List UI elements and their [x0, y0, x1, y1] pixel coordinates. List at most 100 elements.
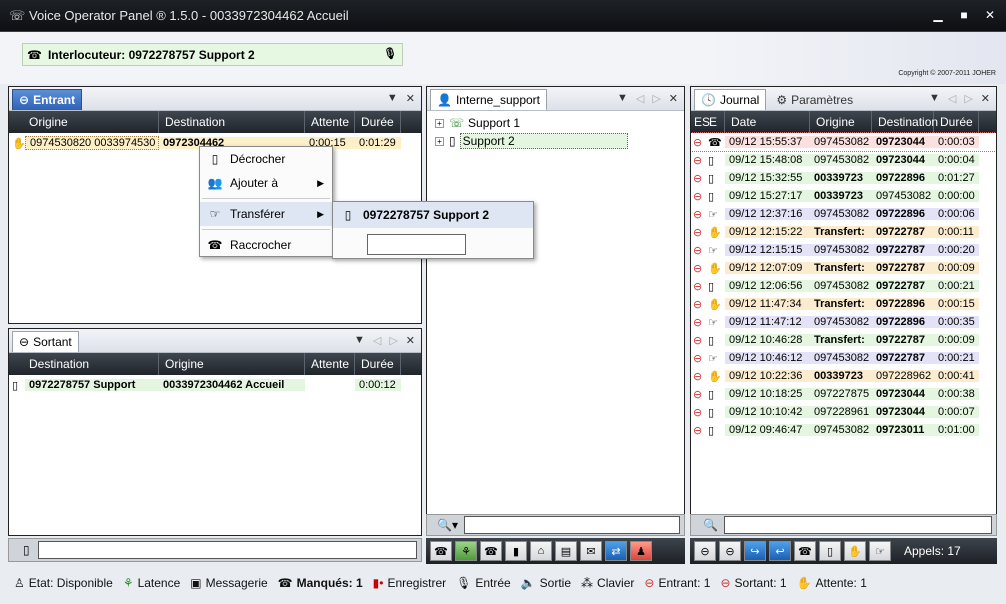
- close-icon[interactable]: ✕: [406, 334, 415, 347]
- journal-row[interactable]: ⊖ ✋ 09/12 12:15:22 Transfert: 09722787 0:00:1…: [691, 223, 996, 241]
- dial-input[interactable]: [37, 541, 417, 559]
- table-row[interactable]: ▯ 0972278757 Support 0033972304462 Accue…: [9, 376, 421, 394]
- tree-item-support-1[interactable]: + ☏ Support 1: [427, 114, 684, 132]
- mail-button[interactable]: ✉: [580, 541, 602, 561]
- column-destination[interactable]: Destination: [159, 111, 305, 133]
- microphone-icon[interactable]: 🎙: [383, 47, 397, 60]
- journal-row[interactable]: ⊖ ▯ 09/12 15:32:55 00339723 09722896 0:01:27: [691, 169, 996, 187]
- journal-row[interactable]: ⊖ ☎ 09/12 15:55:37 097453082 09723044 0:00:03: [691, 132, 996, 152]
- status-entree[interactable]: 🎙 Entrée: [456, 576, 511, 590]
- expand-icon[interactable]: +: [435, 118, 444, 128]
- column-e[interactable]: E: [708, 111, 725, 133]
- journal-row[interactable]: ⊖ ☞ 09/12 11:47:12 097453082 09722896 0:00:35: [691, 313, 996, 331]
- status-attente[interactable]: ✋ Attente: 1: [797, 576, 867, 590]
- dropdown-icon[interactable]: ▼: [929, 92, 940, 105]
- prev-icon[interactable]: ◁: [636, 92, 644, 105]
- status-latence[interactable]: ⚘ Latence: [123, 576, 180, 590]
- redirect-filter-button[interactable]: ↩: [769, 541, 791, 561]
- next-icon[interactable]: ▷: [389, 334, 397, 347]
- status-clavier[interactable]: ⁂ Clavier: [581, 576, 634, 590]
- network-button[interactable]: ⚘: [455, 541, 477, 561]
- prev-icon[interactable]: ◁: [948, 92, 956, 105]
- phone-filter-button[interactable]: ☎: [794, 541, 816, 561]
- next-icon[interactable]: ▷: [964, 92, 972, 105]
- expand-icon[interactable]: +: [435, 136, 444, 146]
- transfer-filter-button[interactable]: ↪: [744, 541, 766, 561]
- close-button[interactable]: ✕: [984, 8, 996, 22]
- dropdown-icon[interactable]: ▼: [354, 334, 365, 347]
- column-destination[interactable]: Destination: [9, 353, 159, 375]
- tab-interne-support[interactable]: 👤 Interne_support: [430, 89, 548, 110]
- column-duree[interactable]: Durée: [355, 111, 401, 133]
- maximize-button[interactable]: ■: [958, 8, 970, 22]
- journal-row[interactable]: ⊖ ▯ 09/12 10:46:28 Transfert: 09722787 0:00:0…: [691, 331, 996, 349]
- column-duree[interactable]: Durée: [355, 353, 401, 375]
- handset-icon: ▯: [344, 208, 352, 222]
- column-origine[interactable]: Origine: [810, 111, 872, 133]
- incoming-filter-button[interactable]: ⊖: [694, 541, 716, 561]
- close-icon[interactable]: ✕: [981, 92, 990, 105]
- next-icon[interactable]: ▷: [652, 92, 660, 105]
- status-manques[interactable]: ☎ Manqués: 1: [278, 576, 363, 590]
- home-button[interactable]: ⌂: [530, 541, 552, 561]
- transfer-button[interactable]: ⇄: [605, 541, 627, 561]
- menu-item-raccrocher[interactable]: ☎ Raccrocher: [200, 233, 332, 257]
- status-sortie[interactable]: 🔈 Sortie: [521, 576, 571, 590]
- journal-row[interactable]: ⊖ ▯ 09/12 09:46:47 097453082 09723011 0:01:00: [691, 421, 996, 439]
- mobile-button[interactable]: ▮: [505, 541, 527, 561]
- tab-journal[interactable]: 🕓 Journal: [694, 89, 767, 110]
- journal-row[interactable]: ⊖ ▯ 09/12 12:06:56 097453082 09722787 0:00:21: [691, 277, 996, 295]
- column-attente[interactable]: Attente: [305, 111, 355, 133]
- journal-row[interactable]: ⊖ ✋ 09/12 10:22:36 00339723 097228962 0:00:41: [691, 367, 996, 385]
- fax-button[interactable]: ▤: [555, 541, 577, 561]
- status-sortant[interactable]: ⊖ Sortant: 1: [720, 576, 786, 590]
- phone-dropdown-button[interactable]: ☎: [430, 541, 452, 561]
- handset-filter-button[interactable]: ▯: [819, 541, 841, 561]
- menu-item-ajouter[interactable]: 👥 Ajouter à ▶: [200, 171, 332, 195]
- hold-filter-button[interactable]: ✋: [844, 541, 866, 561]
- journal-row[interactable]: ⊖ ✋ 09/12 11:47:34 Transfert: 09722896 0:00:1…: [691, 295, 996, 313]
- tree-item-support-2[interactable]: + ▯ Support 2: [427, 132, 684, 150]
- phone-button[interactable]: ☎: [480, 541, 502, 561]
- submenu-item-support-2[interactable]: ▯ 0972278757 Support 2: [333, 202, 533, 228]
- journal-row[interactable]: ⊖ ☞ 09/12 12:15:15 097453082 09722787 0:00:20: [691, 241, 996, 259]
- status-entrant[interactable]: ⊖ Entrant: 1: [644, 576, 710, 590]
- menu-item-decrocher[interactable]: ▯ Décrocher: [200, 147, 332, 171]
- search-input[interactable]: [463, 516, 680, 534]
- column-date[interactable]: Date: [725, 111, 810, 133]
- user-button[interactable]: ♟: [630, 541, 652, 561]
- tab-parametres[interactable]: ⚙ Paramètres: [769, 89, 860, 110]
- column-origine[interactable]: Origine: [9, 111, 159, 133]
- prev-icon[interactable]: ◁: [373, 334, 381, 347]
- dropdown-icon[interactable]: ▼: [387, 92, 398, 105]
- column-es[interactable]: ES: [691, 111, 710, 133]
- search-input[interactable]: [723, 516, 992, 534]
- journal-row[interactable]: ⊖ ☞ 09/12 12:37:16 097453082 09722896 0:00:06: [691, 205, 996, 223]
- outgoing-filter-button[interactable]: ⊖: [719, 541, 741, 561]
- minimize-button[interactable]: ▁: [932, 8, 944, 22]
- column-attente[interactable]: Attente: [305, 353, 355, 375]
- close-icon[interactable]: ✕: [406, 92, 415, 105]
- tab-sortant[interactable]: ⊖ Sortant: [12, 331, 79, 352]
- journal-row[interactable]: ⊖ ▯ 09/12 10:10:42 097228961 09723044 0:00:07: [691, 403, 996, 421]
- menu-item-transferer[interactable]: ☞ Transférer ▶: [200, 202, 332, 226]
- journal-row[interactable]: ⊖ ▯ 09/12 10:18:25 097227875 09723044 0:00:38: [691, 385, 996, 403]
- journal-row[interactable]: ⊖ ☞ 09/12 10:46:12 097453082 09722787 0:00:21: [691, 349, 996, 367]
- journal-row[interactable]: ⊖ ▯ 09/12 15:48:08 097453082 09723044 0:00:04: [691, 151, 996, 169]
- column-duree[interactable]: Durée: [934, 111, 979, 133]
- status-messagerie[interactable]: ▣ Messagerie: [190, 576, 267, 590]
- transfer-number-input[interactable]: [367, 234, 466, 255]
- tab-entrant[interactable]: ⊖ Entrant: [12, 89, 83, 110]
- search-icon[interactable]: 🔍: [703, 518, 718, 532]
- journal-row[interactable]: ⊖ ▯ 09/12 15:27:17 00339723 097453082 0:00:00: [691, 187, 996, 205]
- journal-row[interactable]: ⊖ ✋ 09/12 12:07:09 Transfert: 09722787 0:00:0…: [691, 259, 996, 277]
- microphone-icon: 🎙: [456, 576, 472, 590]
- column-origine[interactable]: Origine: [159, 353, 305, 375]
- close-icon[interactable]: ✕: [669, 92, 678, 105]
- dropdown-icon[interactable]: ▼: [617, 92, 628, 105]
- status-enregistrer[interactable]: ▮• Enregistrer: [373, 576, 447, 590]
- status-etat[interactable]: ♙ Etat: Disponible: [14, 576, 113, 590]
- search-icon[interactable]: 🔍▾: [437, 518, 458, 532]
- transfer-hand-filter-button[interactable]: ☞: [869, 541, 891, 561]
- column-destination[interactable]: Destination: [872, 111, 938, 133]
